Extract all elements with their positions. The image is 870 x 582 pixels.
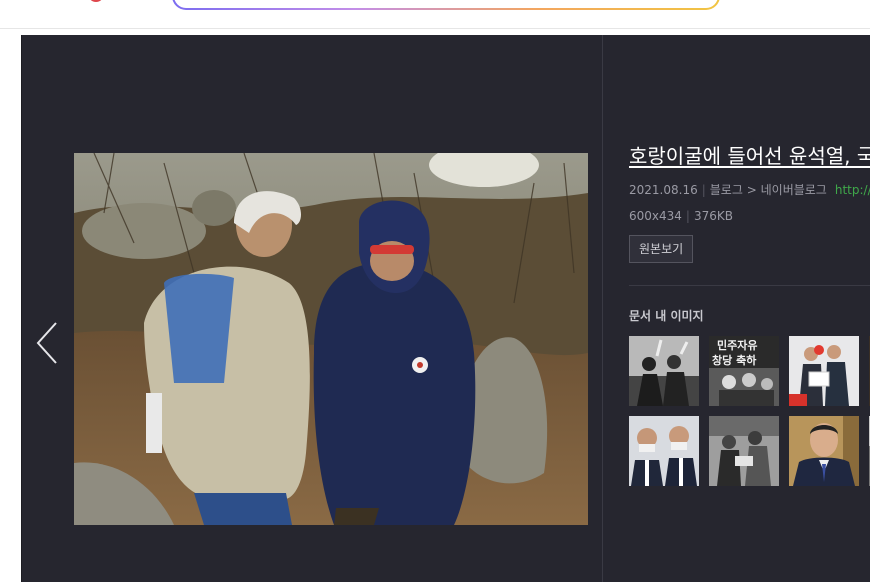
thumbnail-image <box>629 416 699 486</box>
info-panel: 호랑이굴에 들어선 윤석열, 국민의힘 2021.08.16|블로그 > 네이버… <box>629 35 870 582</box>
chevron-left-icon <box>36 322 57 364</box>
section-divider <box>629 285 870 286</box>
related-thumbnail[interactable] <box>789 416 859 486</box>
search-input[interactable] <box>172 0 720 10</box>
thumbnail-image <box>629 336 699 406</box>
image-size-info: 600x434 | 376KB <box>629 209 733 223</box>
panel-divider <box>602 35 603 582</box>
image-meta: 2021.08.16|블로그 > 네이버블로그 http://b <box>629 181 870 198</box>
top-bar <box>0 0 870 29</box>
image-date: 2021.08.16 <box>629 183 698 197</box>
thumbnail-image <box>789 416 859 486</box>
related-thumbnail[interactable] <box>629 336 699 406</box>
prev-image-button[interactable] <box>34 321 60 365</box>
related-thumbnail[interactable] <box>629 416 699 486</box>
image-dimensions: 600x434 <box>629 209 682 223</box>
photo-image <box>74 153 588 525</box>
source-url-link[interactable]: http://b <box>835 183 870 197</box>
image-area <box>22 35 602 582</box>
image-filesize: 376KB <box>693 209 733 223</box>
meta-separator: | <box>685 209 690 223</box>
source-name: 네이버블로그 <box>760 183 827 197</box>
related-thumbnail[interactable]: 민주자유 창당 축하 <box>709 336 779 406</box>
meta-separator: | <box>701 183 706 197</box>
related-images-heading: 문서 내 이미지 <box>629 309 704 323</box>
image-viewer: 호랑이굴에 들어선 윤석열, 국민의힘 2021.08.16|블로그 > 네이버… <box>21 35 870 582</box>
source-type: 블로그 <box>709 183 743 197</box>
svg-text:민주자유: 민주자유 <box>717 338 757 352</box>
thumbnail-image <box>709 416 779 486</box>
related-thumbnail[interactable] <box>789 336 859 406</box>
logo-icon[interactable] <box>88 0 104 2</box>
related-thumbnail[interactable] <box>709 416 779 486</box>
thumbnail-image <box>789 336 859 406</box>
source-arrow: > <box>746 183 757 197</box>
image-title-link[interactable]: 호랑이굴에 들어선 윤석열, 국민의힘 <box>629 140 870 169</box>
thumbnail-image: 민주자유 창당 축하 <box>709 336 779 406</box>
view-original-button[interactable]: 원본보기 <box>629 235 694 263</box>
main-photo[interactable] <box>74 153 588 525</box>
svg-text:창당 축하: 창당 축하 <box>712 353 757 367</box>
